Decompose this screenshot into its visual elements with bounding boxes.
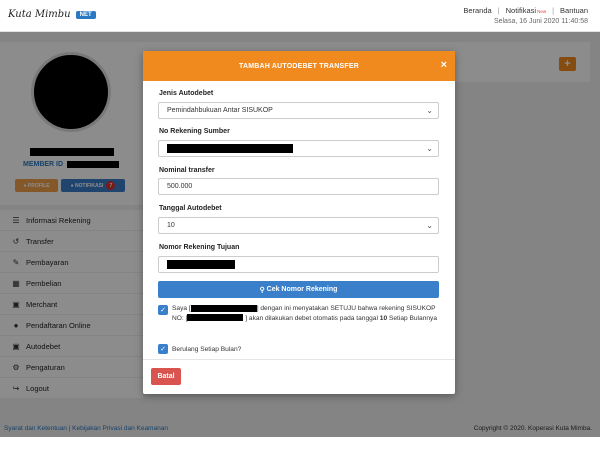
- agree-suffix: Setiap Bulannya: [388, 314, 437, 322]
- redacted-member-name: [190, 304, 257, 312]
- tanggal-select[interactable]: 10 ⌄: [158, 217, 439, 234]
- tanggal-value: 10: [167, 222, 175, 229]
- chevron-down-icon: ⌄: [426, 106, 433, 115]
- jenis-autodebet-value: Pemindahbukuan Antar SISUKOP: [167, 107, 273, 114]
- rekening-sumber-select[interactable]: ⌄: [158, 140, 439, 157]
- redacted-account-number: [187, 314, 244, 322]
- rekening-sumber-label: No Rekening Sumber: [159, 128, 230, 135]
- datetime: Selasa, 16 Juni 2020 11:40:58: [493, 18, 588, 25]
- redacted-account-number: [167, 144, 293, 153]
- rekening-tujuan-input[interactable]: [158, 256, 439, 273]
- agree-mid2: ] akan dilakukan debet otomatis pada tan…: [245, 314, 378, 322]
- nav-separator: |: [552, 6, 555, 15]
- nav-bantuan[interactable]: Bantuan: [560, 6, 588, 15]
- nav-separator: |: [497, 6, 500, 15]
- repeat-monthly-label: Berulang Setiap Bulan?: [172, 346, 242, 353]
- top-nav: Beranda | NotifikasiNew | Bantuan: [463, 6, 588, 15]
- modal-footer-divider: [143, 359, 455, 360]
- modal-title: TAMBAH AUTODEBET TRANSFER: [239, 62, 359, 70]
- redacted-destination-account: [167, 260, 235, 269]
- chevron-down-icon: ⌄: [426, 144, 433, 153]
- cek-nomor-rekening-button[interactable]: ⚲ Cek Nomor Rekening: [158, 281, 439, 298]
- cek-button-label: Cek Nomor Rekening: [266, 286, 338, 293]
- logo[interactable]: Kuta Mimbu NET: [8, 9, 96, 20]
- modal-header: TAMBAH AUTODEBET TRANSFER ×: [143, 51, 455, 81]
- nominal-input[interactable]: 500.000: [158, 178, 439, 195]
- jenis-autodebet-select[interactable]: Pemindahbukuan Antar SISUKOP ⌄: [158, 102, 439, 119]
- nominal-label: Nominal transfer: [159, 167, 215, 174]
- jenis-autodebet-label: Jenis Autodebet: [159, 90, 214, 97]
- agreement-text: Saya [] dengan ini menyatakan SETUJU bah…: [172, 304, 442, 323]
- nominal-value: 500.000: [167, 183, 193, 190]
- close-icon[interactable]: ×: [441, 59, 447, 71]
- agree-prefix: Saya [: [172, 305, 191, 312]
- chevron-down-icon: ⌄: [426, 221, 433, 230]
- cancel-button[interactable]: Batal: [151, 368, 181, 385]
- nav-notifikasi[interactable]: NotifikasiNew: [506, 6, 546, 15]
- logo-text: Kuta Mimbu: [8, 9, 71, 20]
- tanggal-label: Tanggal Autodebet: [159, 205, 222, 212]
- top-header: Kuta Mimbu NET Beranda | NotifikasiNew |…: [0, 0, 600, 32]
- new-badge: New: [537, 9, 547, 14]
- nav-notifikasi-label: Notifikasi: [505, 6, 537, 15]
- agree-checkbox[interactable]: ✓: [158, 305, 168, 315]
- nav-beranda[interactable]: Beranda: [463, 6, 491, 15]
- check-icon: ✓: [160, 307, 166, 314]
- logo-badge: NET: [75, 10, 96, 19]
- agree-day: 10: [379, 314, 388, 322]
- rekening-tujuan-label: Nomor Rekening Tujuan: [159, 244, 240, 251]
- check-icon: ✓: [160, 346, 166, 353]
- autodebet-modal: TAMBAH AUTODEBET TRANSFER × Jenis Autode…: [143, 51, 455, 394]
- repeat-monthly-checkbox[interactable]: ✓: [158, 344, 168, 354]
- search-icon: ⚲: [259, 286, 267, 294]
